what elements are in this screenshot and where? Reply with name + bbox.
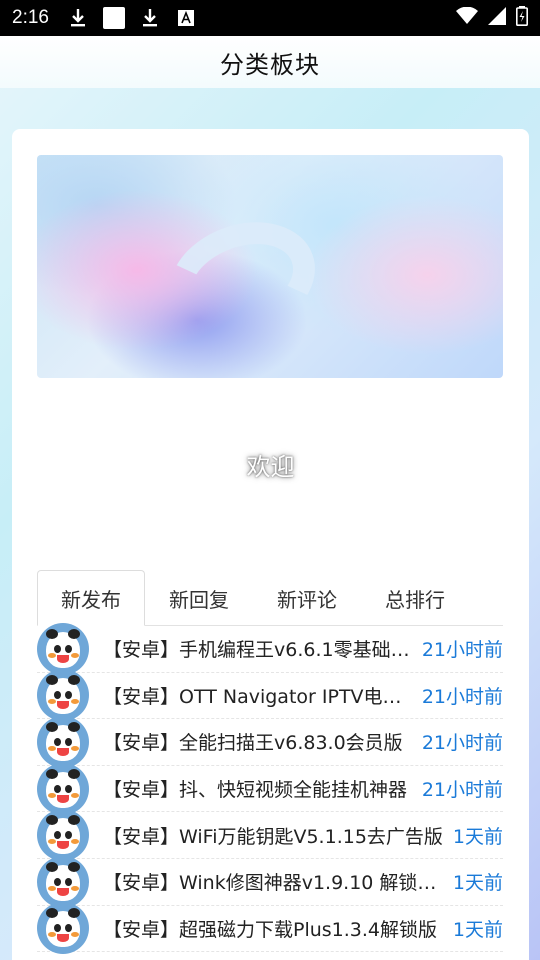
content-card: 欢迎 新发布 新回复 新评论 总排行 【安卓】手机编程王v6.6.1零基础学习编… [12,129,529,960]
post-title[interactable]: 【安卓】抖、快短视频全能挂机神器 [103,775,416,802]
post-title[interactable]: 【安卓】手机编程王v6.6.1零基础学习编程 [103,635,416,662]
page-title: 分类板块 [220,50,320,79]
avatar[interactable] [37,762,89,815]
avatar[interactable] [37,669,89,722]
post-title[interactable]: 【安卓】超强磁力下载Plus1.3.4解锁版 [103,915,447,942]
avatar[interactable] [37,809,89,862]
download-icon [67,7,89,29]
wifi-icon [456,6,478,29]
list-item[interactable]: 【安卓】全能扫描王v6.83.0会员版 21小时前 [37,715,503,768]
status-notification-icons [67,7,197,29]
app-header: 分类板块 [0,36,540,88]
post-title[interactable]: 【安卓】全能扫描王v6.83.0会员版 [103,728,416,755]
banner-swirl-decoration [152,202,332,358]
list-item[interactable]: 【安卓】手机编程王v6.6.1零基础学习编程 21小时前 [37,622,503,675]
avatar[interactable] [37,855,89,908]
font-a-icon [175,7,197,29]
status-system-icons [456,6,528,30]
post-title[interactable]: 【安卓】WiFi万能钥匙V5.1.15去广告版 [103,822,447,849]
white-square-icon [102,7,125,29]
cellular-signal-icon [488,7,506,29]
avatar[interactable] [37,902,89,955]
post-time: 21小时前 [421,685,503,708]
avatar[interactable] [37,715,89,768]
post-time: 1天前 [452,825,503,848]
post-time: 21小时前 [421,779,503,802]
download-icon [139,7,161,29]
status-bar: 2:16 [0,0,540,36]
post-time: 1天前 [452,918,503,941]
tab-ranking[interactable]: 总排行 [361,570,469,626]
list-item[interactable]: 【安卓】抖、快短视频全能挂机神器 21小时前 [37,762,503,815]
banner-image[interactable] [37,155,503,378]
post-list: 【安卓】手机编程王v6.6.1零基础学习编程 21小时前 【安卓】OTT Nav… [37,622,503,955]
tab-bar: 新发布 新回复 新评论 总排行 [37,570,503,626]
tab-new-replies[interactable]: 新回复 [145,570,253,626]
status-time: 2:16 [12,7,49,28]
list-item[interactable]: 【安卓】OTT Navigator IPTV电视直播 21小时前 [37,669,503,722]
post-time: 21小时前 [421,732,503,755]
avatar[interactable] [37,622,89,675]
battery-charging-icon [516,6,528,30]
post-title[interactable]: 【安卓】OTT Navigator IPTV电视直播 [103,682,416,709]
tab-new-comments[interactable]: 新评论 [253,570,361,626]
list-item[interactable]: 【安卓】Wink修图神器v1.9.10 解锁会员版 1天前 [37,855,503,908]
post-time: 21小时前 [421,639,503,662]
welcome-text: 欢迎 [246,453,295,481]
tab-new-posts[interactable]: 新发布 [37,570,145,626]
post-title[interactable]: 【安卓】Wink修图神器v1.9.10 解锁会员版 [103,868,447,895]
list-item[interactable]: 【安卓】WiFi万能钥匙V5.1.15去广告版 1天前 [37,809,503,862]
list-item[interactable]: 【安卓】超强磁力下载Plus1.3.4解锁版 1天前 [37,902,503,955]
post-time: 1天前 [452,872,503,895]
